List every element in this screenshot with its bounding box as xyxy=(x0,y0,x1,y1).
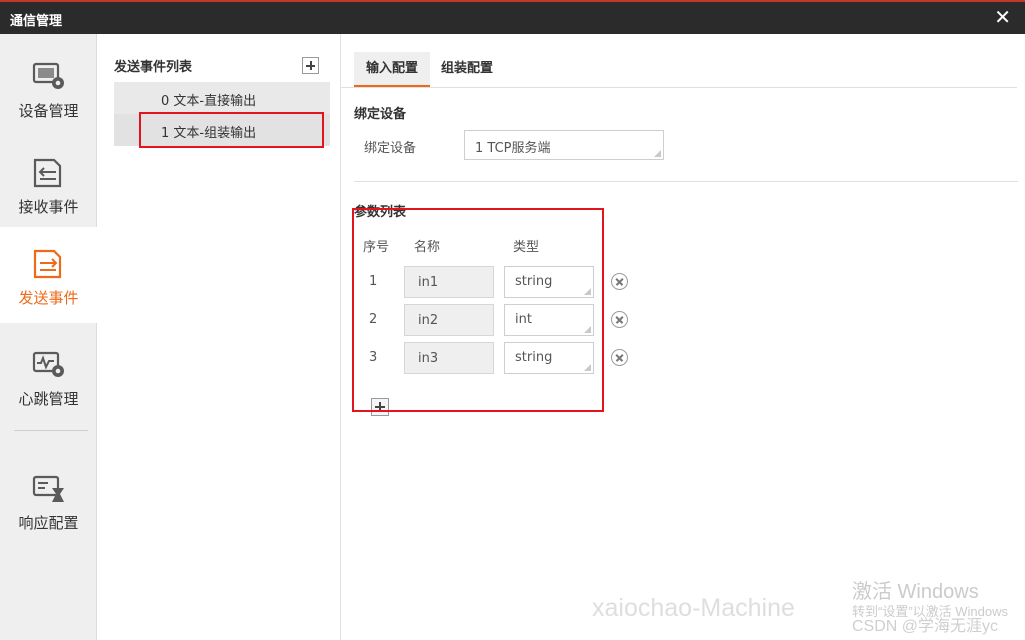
param-type-value: string xyxy=(515,274,553,289)
dropdown-corner-icon xyxy=(584,288,591,295)
window-title: 通信管理 xyxy=(10,14,63,29)
receive-event-icon xyxy=(33,158,62,188)
main-config-panel: 输入配置 组装配置 绑定设备 绑定设备 1 TCP服务端 参数列表 序号 名称 … xyxy=(341,34,1025,640)
sidebar-item-receive-event[interactable]: 接收事件 xyxy=(0,136,97,232)
param-type-select[interactable]: string xyxy=(504,266,594,298)
delete-param-icon[interactable] xyxy=(611,349,628,366)
send-event-icon xyxy=(33,249,62,279)
param-type-select[interactable]: int xyxy=(504,304,594,336)
add-param-button[interactable] xyxy=(371,398,389,416)
dropdown-corner-icon xyxy=(584,364,591,371)
param-row-index: 3 xyxy=(369,350,378,365)
section-divider xyxy=(354,181,1018,182)
sidebar-item-label: 设备管理 xyxy=(18,102,79,120)
sidebar-item-device-management[interactable]: 设备管理 xyxy=(0,40,97,136)
bind-device-section-title: 绑定设备 xyxy=(354,107,407,122)
bind-device-select[interactable]: 1 TCP服务端 xyxy=(464,130,664,160)
config-tabs: 输入配置 组装配置 xyxy=(341,52,1017,88)
delete-param-icon[interactable] xyxy=(611,273,628,290)
event-list-title: 发送事件列表 xyxy=(114,60,193,75)
close-icon[interactable]: ✕ xyxy=(994,6,1011,28)
sidebar-item-label: 心跳管理 xyxy=(18,390,79,408)
sidebar-item-response-config[interactable]: 响应配置 xyxy=(0,452,97,548)
param-name-input[interactable] xyxy=(404,304,494,336)
sidebar-divider xyxy=(14,430,88,431)
param-row-index: 2 xyxy=(369,312,378,327)
sidebar-item-heartbeat[interactable]: 心跳管理 xyxy=(0,328,97,424)
param-name-input[interactable] xyxy=(404,266,494,298)
bind-device-label: 绑定设备 xyxy=(364,141,417,156)
param-row-index: 1 xyxy=(369,274,378,289)
send-event-list-panel: 发送事件列表 0 文本-直接输出 1 文本-组装输出 xyxy=(97,34,341,640)
param-header-type: 类型 xyxy=(513,240,540,255)
param-type-value: int xyxy=(515,312,532,327)
response-config-icon xyxy=(32,475,64,502)
bind-device-value: 1 TCP服务端 xyxy=(475,141,551,156)
event-list: 0 文本-直接输出 1 文本-组装输出 xyxy=(114,82,330,146)
param-type-value: string xyxy=(515,350,553,365)
event-item-selected[interactable]: 1 文本-组装输出 xyxy=(114,114,330,146)
dropdown-corner-icon xyxy=(654,150,661,157)
sidebar-item-label: 发送事件 xyxy=(18,289,79,307)
event-item[interactable]: 0 文本-直接输出 xyxy=(114,82,330,114)
tab-input-config[interactable]: 输入配置 xyxy=(354,52,430,87)
param-list-section-title: 参数列表 xyxy=(354,205,407,220)
sidebar: 设备管理 接收事件 发送事件 心跳管理 响应配置 xyxy=(0,34,97,640)
event-item-label: 0 文本-直接输出 xyxy=(161,94,257,109)
sidebar-item-label: 接收事件 xyxy=(18,198,79,216)
add-event-button[interactable] xyxy=(302,57,319,74)
heartbeat-icon xyxy=(32,351,64,377)
dropdown-corner-icon xyxy=(584,326,591,333)
device-settings-icon xyxy=(32,62,64,89)
delete-param-icon[interactable] xyxy=(611,311,628,328)
param-header-name: 名称 xyxy=(414,240,441,255)
param-name-input[interactable] xyxy=(404,342,494,374)
tab-assemble-config[interactable]: 组装配置 xyxy=(434,52,500,87)
event-item-label: 1 文本-组装输出 xyxy=(161,126,257,141)
sidebar-item-label: 响应配置 xyxy=(18,514,79,532)
sidebar-item-send-event[interactable]: 发送事件 xyxy=(0,227,97,323)
title-bar: 通信管理 ✕ xyxy=(0,0,1025,34)
param-header-index: 序号 xyxy=(363,240,390,255)
param-type-select[interactable]: string xyxy=(504,342,594,374)
